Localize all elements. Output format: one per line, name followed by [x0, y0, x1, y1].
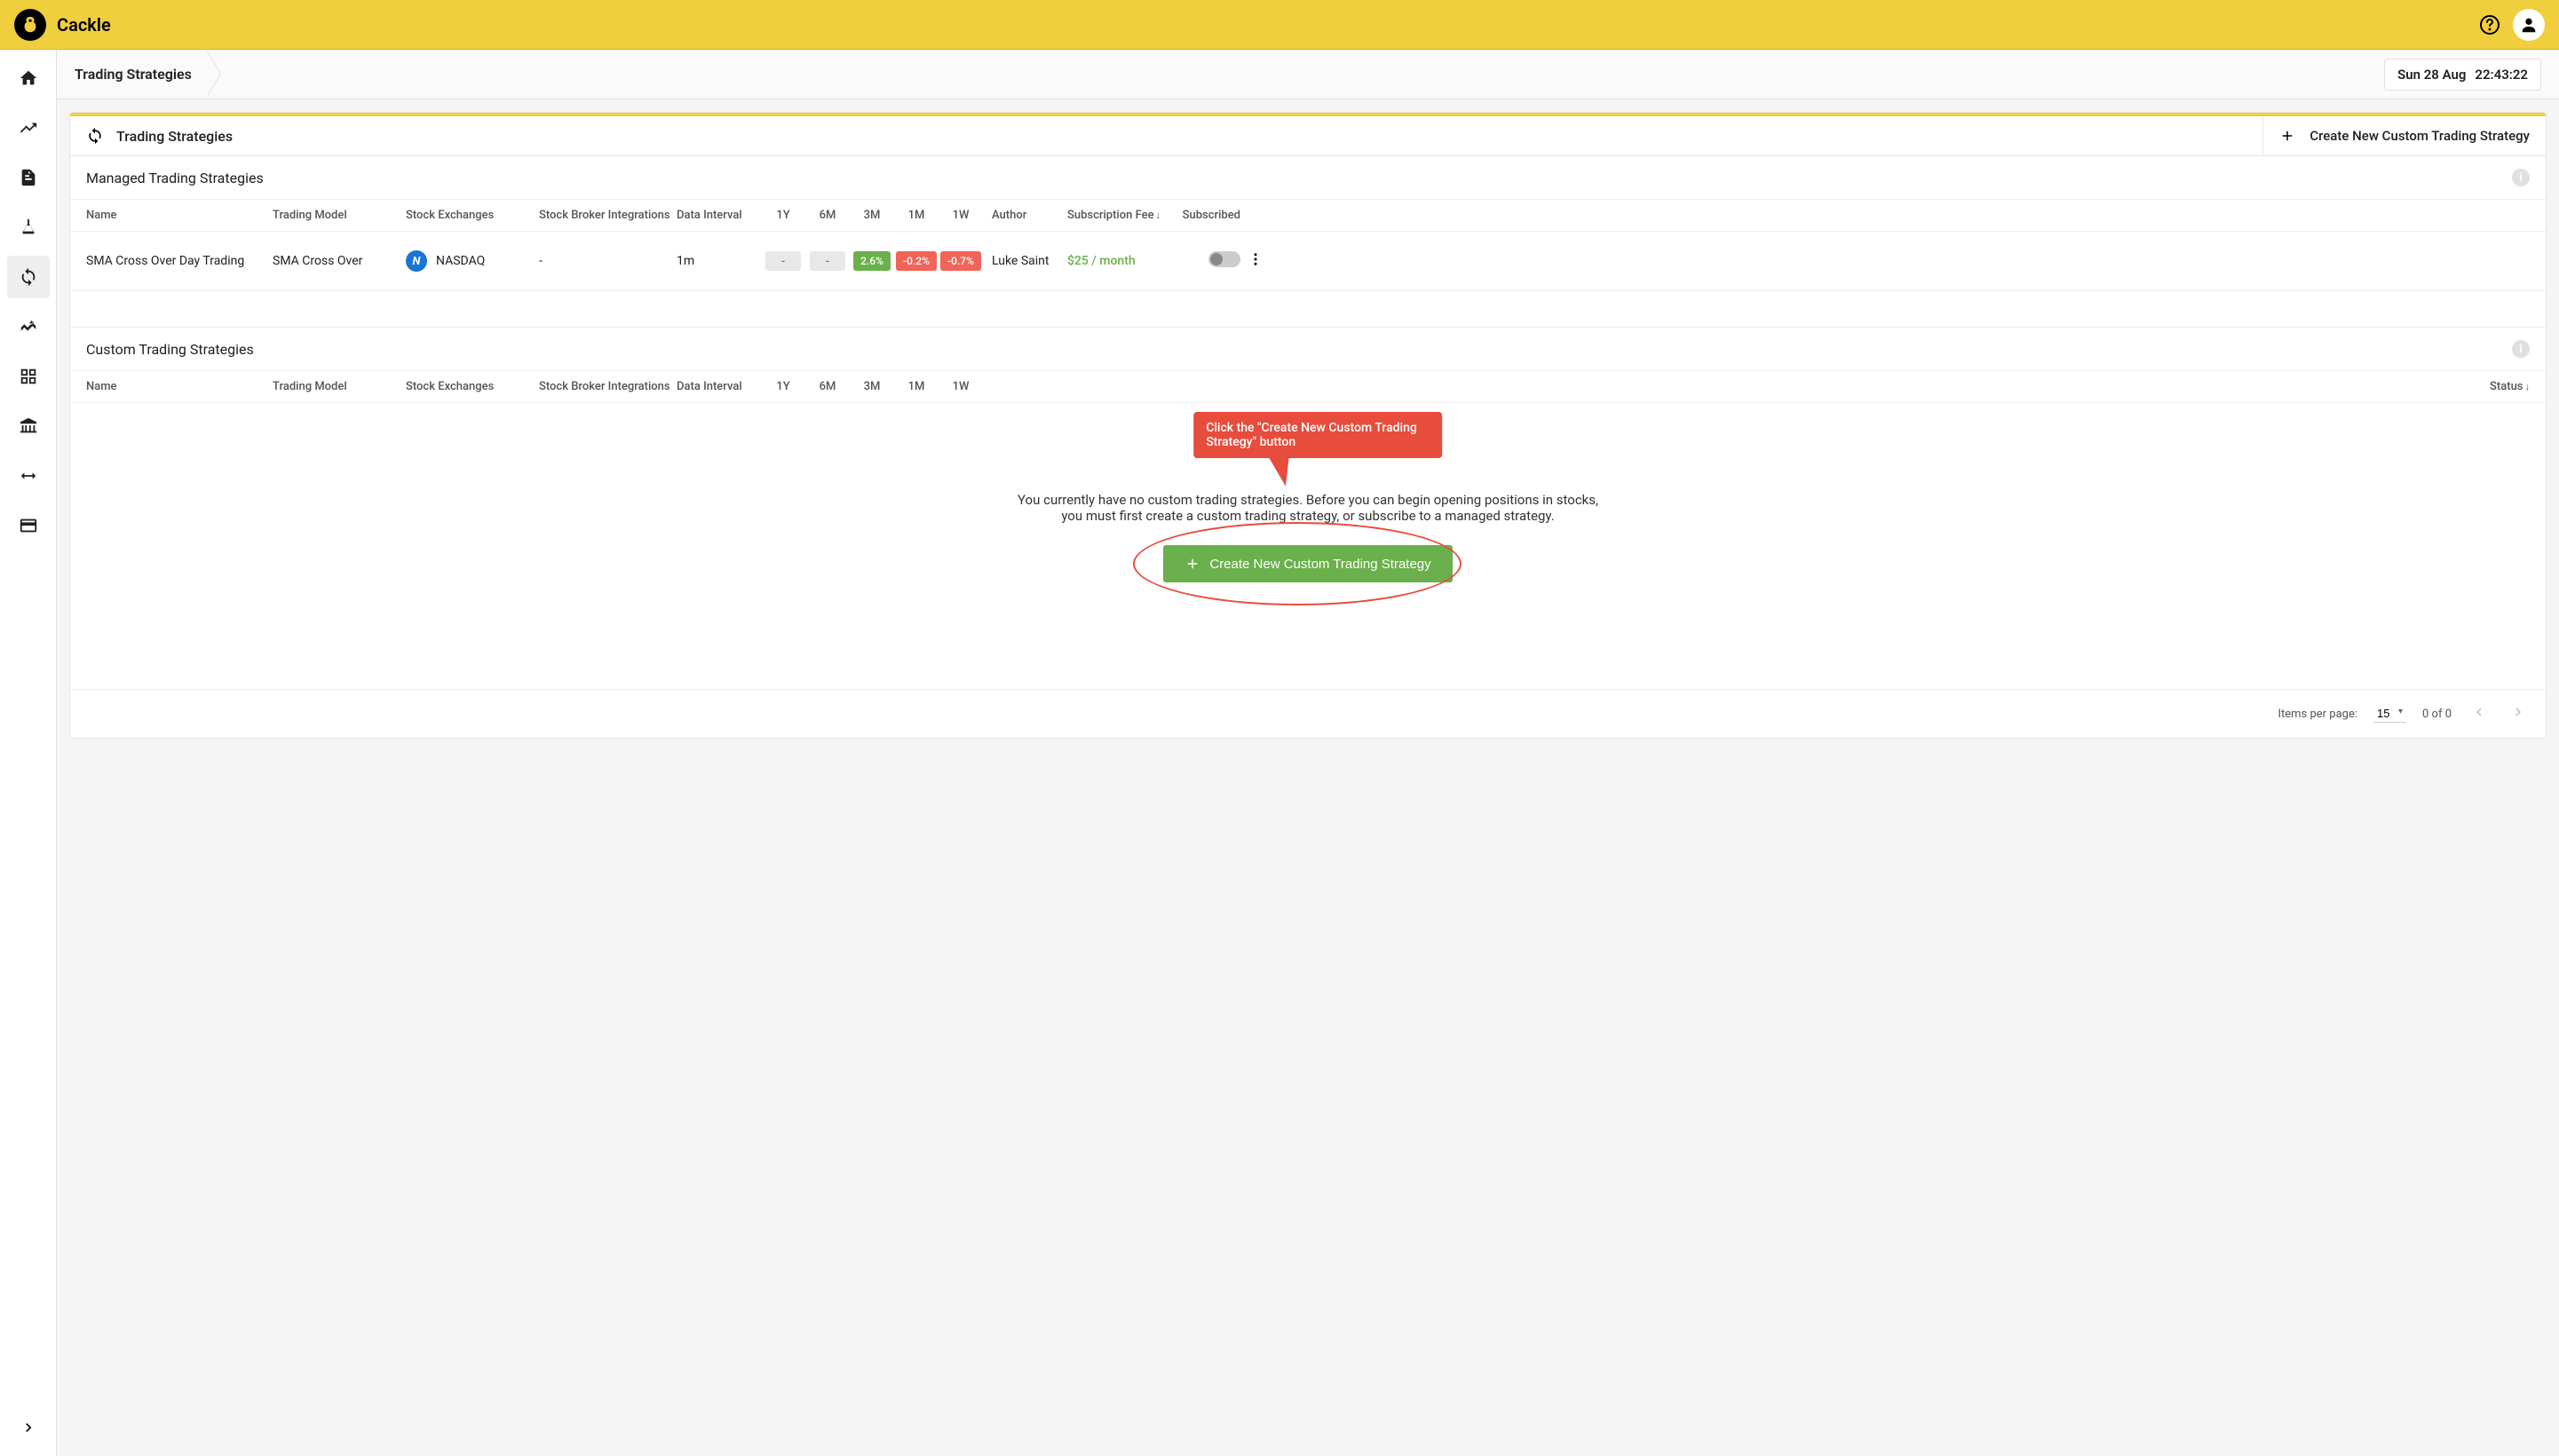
col-header-broker[interactable]: Stock Broker Integrations	[539, 380, 677, 393]
sidebar-item-transfer[interactable]	[7, 455, 50, 497]
create-strategy-label: Create New Custom Trading Strategy	[1209, 557, 1430, 572]
sidebar-item-document[interactable]	[7, 156, 50, 199]
col-header-author[interactable]: Author	[992, 209, 1067, 222]
col-header-subscribed[interactable]: Subscribed	[1178, 209, 1240, 222]
page-next-button[interactable]	[2507, 700, 2530, 727]
col-header-1y[interactable]: 1Y	[761, 380, 805, 393]
col-header-6m[interactable]: 6M	[805, 380, 850, 393]
paginator: Items per page: 15 0 of 0	[70, 689, 2546, 738]
logo-icon	[14, 9, 46, 41]
sidebar-item-strategies[interactable]	[7, 256, 50, 298]
empty-message: You currently have no custom trading str…	[1006, 492, 1610, 524]
col-header-1w[interactable]: 1W	[939, 209, 983, 222]
breadcrumb-bar: Trading Strategies Sun 28 Aug 22:43:22	[57, 50, 2559, 99]
topbar-right	[2477, 9, 2545, 41]
col-header-model[interactable]: Trading Model	[273, 209, 406, 222]
date-text: Sun 28 Aug	[2397, 67, 2466, 83]
create-strategy-button[interactable]: Create New Custom Trading Strategy	[1163, 545, 1452, 582]
sidebar-item-grid[interactable]	[7, 355, 50, 398]
col-header-1m[interactable]: 1M	[894, 380, 939, 393]
logo-area: Cackle	[14, 9, 111, 41]
col-header-model[interactable]: Trading Model	[273, 380, 406, 393]
help-icon[interactable]	[2477, 12, 2502, 37]
breadcrumb: Trading Strategies	[75, 66, 213, 83]
info-icon[interactable]: i	[2512, 169, 2530, 186]
topbar: Cackle	[0, 0, 2559, 50]
cell-exchanges: N NASDAQ	[406, 250, 539, 272]
empty-state: Click the "Create New Custom Trading Str…	[70, 403, 2546, 636]
paginator-label: Items per page:	[2278, 708, 2357, 721]
panel-title: Trading Strategies	[116, 128, 233, 145]
perf-badge-1w: -0.7%	[940, 251, 981, 271]
cell-fee: $25 / month	[1067, 254, 1178, 268]
info-icon[interactable]: i	[2512, 340, 2530, 358]
create-strategy-top-button[interactable]: Create New Custom Trading Strategy	[2262, 117, 2546, 154]
page-prev-button[interactable]	[2468, 700, 2491, 727]
col-header-broker[interactable]: Stock Broker Integrations	[539, 209, 677, 222]
sidebar	[0, 50, 57, 1456]
sidebar-item-card[interactable]	[7, 504, 50, 547]
managed-table-header: Name Trading Model Stock Exchanges Stock…	[70, 200, 2546, 232]
sidebar-item-bank[interactable]	[7, 405, 50, 447]
perf-badge-3m: 2.6%	[853, 251, 891, 271]
nasdaq-icon: N	[406, 250, 427, 272]
custom-section-title: Custom Trading Strategies	[86, 341, 254, 358]
page-size-select[interactable]: 15	[2373, 705, 2406, 723]
sidebar-item-lab[interactable]	[7, 206, 50, 249]
datetime-display: Sun 28 Aug 22:43:22	[2384, 59, 2541, 91]
custom-table-header: Name Trading Model Stock Exchanges Stock…	[70, 371, 2546, 403]
col-header-1w[interactable]: 1W	[939, 380, 983, 393]
col-header-status[interactable]: Status↓	[2468, 380, 2530, 393]
managed-section-header: Managed Trading Strategies i	[70, 156, 2546, 200]
col-header-1m[interactable]: 1M	[894, 209, 939, 222]
col-header-1y[interactable]: 1Y	[761, 209, 805, 222]
plus-icon	[2279, 128, 2295, 144]
perf-badge-1y: -	[765, 251, 801, 271]
strategies-panel: Trading Strategies Create New Custom Tra…	[69, 112, 2547, 739]
cell-interval: 1m	[677, 254, 761, 268]
time-text: 22:43:22	[2475, 67, 2528, 83]
col-header-3m[interactable]: 3M	[850, 209, 894, 222]
col-header-3m[interactable]: 3M	[850, 380, 894, 393]
perf-badge-6m: -	[810, 251, 845, 271]
plus-icon	[1184, 556, 1200, 572]
subscribe-toggle[interactable]	[1208, 251, 1240, 267]
col-header-name[interactable]: Name	[86, 380, 273, 393]
col-header-interval[interactable]: Data Interval	[677, 209, 761, 222]
col-header-name[interactable]: Name	[86, 209, 273, 222]
create-strategy-top-label: Create New Custom Trading Strategy	[2309, 128, 2530, 144]
col-header-exchanges[interactable]: Stock Exchanges	[406, 209, 539, 222]
custom-section-header: Custom Trading Strategies i	[70, 327, 2546, 371]
col-header-fee[interactable]: Subscription Fee↓	[1067, 209, 1178, 222]
row-more-button[interactable]	[1240, 248, 1267, 274]
table-row: SMA Cross Over Day Trading SMA Cross Ove…	[70, 232, 2546, 291]
sidebar-item-home[interactable]	[7, 57, 50, 99]
cell-name: SMA Cross Over Day Trading	[86, 254, 273, 268]
strategies-icon	[86, 127, 104, 145]
cell-model: SMA Cross Over	[273, 254, 406, 268]
callout-annotation: Click the "Create New Custom Trading Str…	[1193, 412, 1442, 458]
panel-header: Trading Strategies Create New Custom Tra…	[70, 116, 2546, 156]
sidebar-expand-button[interactable]	[7, 1406, 50, 1449]
app-name: Cackle	[57, 14, 111, 36]
managed-section-title: Managed Trading Strategies	[86, 170, 264, 186]
perf-badge-1m: -0.2%	[896, 251, 937, 271]
col-header-exchanges[interactable]: Stock Exchanges	[406, 380, 539, 393]
cell-broker: -	[539, 254, 677, 268]
avatar[interactable]	[2513, 9, 2545, 41]
paginator-range: 0 of 0	[2422, 708, 2452, 721]
cell-author: Luke Saint	[992, 254, 1067, 268]
col-header-6m[interactable]: 6M	[805, 209, 850, 222]
col-header-interval[interactable]: Data Interval	[677, 380, 761, 393]
sidebar-item-insights[interactable]	[7, 305, 50, 348]
cell-subscribed	[1178, 251, 1240, 271]
main-content: Trading Strategies Sun 28 Aug 22:43:22 T…	[57, 50, 2559, 1456]
sidebar-item-trends[interactable]	[7, 107, 50, 149]
